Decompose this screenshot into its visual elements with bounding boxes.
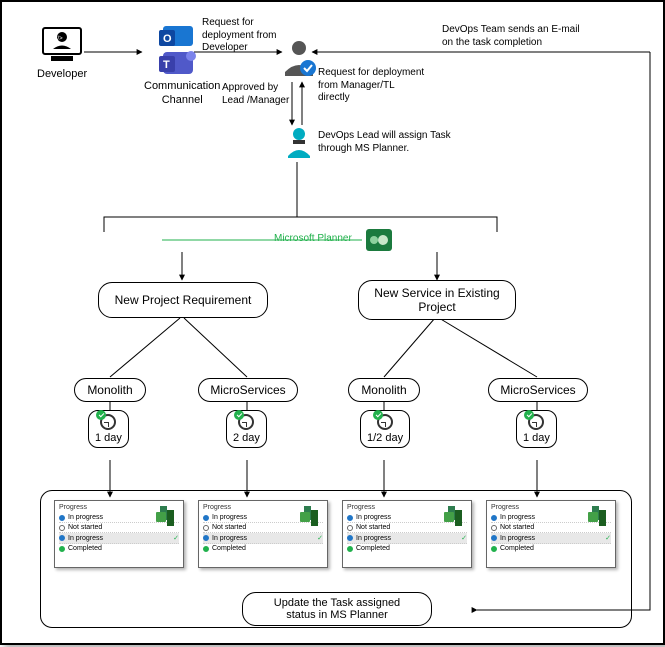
node-micro-2-text: MicroServices (500, 383, 575, 397)
duration-1: 1 day (88, 410, 129, 448)
progress-opt: In progress (356, 514, 391, 521)
progress-opt: Completed (500, 545, 534, 552)
node-new-service: New Service in Existing Project (358, 280, 516, 320)
progress-opt: In progress (500, 535, 535, 542)
progress-opt: Completed (212, 545, 246, 552)
duration-2: 2 day (226, 410, 267, 448)
duration-3: 1/2 day (360, 410, 410, 448)
node-new-project: New Project Requirement (98, 282, 268, 318)
duration-1-text: 1 day (95, 432, 122, 444)
progress-opt: In progress (68, 535, 103, 542)
developer-actor: </> Developer (37, 22, 87, 82)
planner-icon (156, 504, 180, 528)
node-micro-1-text: MicroServices (210, 383, 285, 397)
comm-channel-label: Communication Channel (144, 80, 220, 108)
node-micro-2: MicroServices (488, 378, 588, 402)
progress-opt: In progress (500, 514, 535, 521)
progress-card-4: Progress In progress Not started In prog… (486, 500, 616, 568)
planner-icon (588, 504, 612, 528)
progress-opt: In progress (356, 535, 391, 542)
check-icon (373, 410, 383, 420)
progress-opt: Completed (356, 545, 390, 552)
node-monolith-1: Monolith (74, 378, 146, 402)
label-msplanner: Microsoft Planner (274, 233, 352, 246)
node-monolith-2: Monolith (348, 378, 420, 402)
node-micro-1: MicroServices (198, 378, 298, 402)
duration-2-text: 2 day (233, 432, 260, 444)
svg-text:O: O (163, 33, 172, 45)
planner-icon (444, 504, 468, 528)
progress-opt: In progress (212, 535, 247, 542)
label-lead-assign: DevOps Lead will assign Task through MS … (318, 130, 451, 155)
label-email: DevOps Team sends an E-mail on the task … (442, 24, 580, 49)
planner-badge (366, 229, 392, 251)
progress-card-1: Progress In progress Not started In prog… (54, 500, 184, 568)
svg-text:</>: </> (54, 36, 63, 42)
progress-opt: Not started (68, 524, 102, 531)
planner-badge-icon (366, 229, 392, 251)
devops-lead-icon (284, 126, 314, 160)
duration-3-text: 1/2 day (367, 432, 403, 444)
label-req-mgr: Request for deployment from Manager/TL d… (318, 67, 424, 105)
developer-label: Developer (37, 68, 87, 82)
diagram-canvas: </> Developer O T Communication Channel … (0, 0, 665, 645)
node-new-service-text: New Service in Existing Project (374, 286, 499, 314)
planner-icon (300, 504, 324, 528)
node-update-status-text: Update the Task assigned status in MS Pl… (274, 597, 400, 621)
progress-opt: In progress (212, 514, 247, 521)
node-monolith-2-text: Monolith (361, 383, 406, 397)
progress-opt: Not started (212, 524, 246, 531)
duration-4: 1 day (516, 410, 557, 448)
node-update-status: Update the Task assigned status in MS Pl… (242, 592, 432, 626)
progress-opt: Completed (68, 545, 102, 552)
progress-opt: Not started (500, 524, 534, 531)
progress-opt: Not started (356, 524, 390, 531)
manager-icon (280, 38, 318, 80)
devops-lead-actor (284, 126, 314, 160)
node-monolith-1-text: Monolith (87, 383, 132, 397)
label-req-dev: Request for deployment from Developer (202, 17, 276, 55)
comm-channel-icon: O T (157, 24, 207, 80)
developer-icon: </> (39, 22, 85, 68)
label-approved: Approved by Lead /Manager (222, 82, 289, 107)
duration-4-text: 1 day (523, 432, 550, 444)
progress-card-2: Progress In progress Not started In prog… (198, 500, 328, 568)
node-new-project-text: New Project Requirement (115, 293, 252, 307)
manager-actor (280, 38, 318, 80)
progress-card-3: Progress In progress Not started In prog… (342, 500, 472, 568)
svg-text:T: T (163, 59, 170, 71)
progress-opt: In progress (68, 514, 103, 521)
